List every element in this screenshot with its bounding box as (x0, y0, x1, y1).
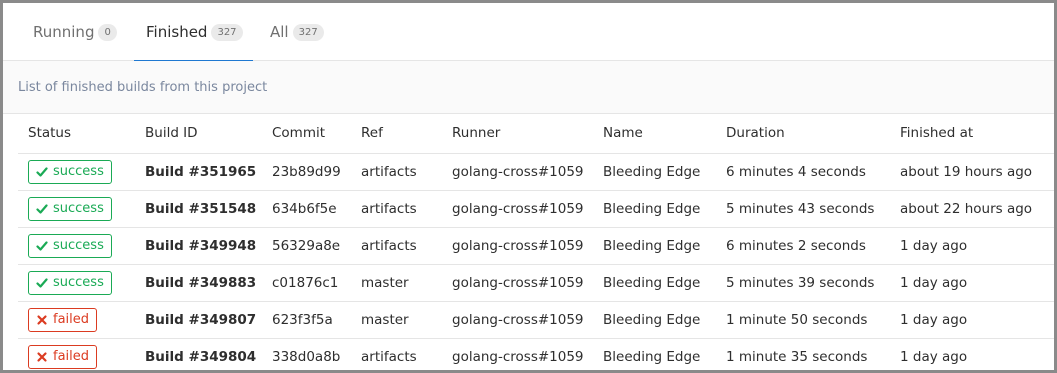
ref-link[interactable]: artifacts (351, 153, 442, 191)
finished-at: 1 day ago (890, 227, 1054, 265)
runner-link[interactable]: golang-cross#1059 (442, 227, 593, 265)
column-header-name: Name (593, 114, 716, 154)
commit-link[interactable]: 634b6f5e (262, 190, 351, 228)
build-scope-tabs: Running 0 Finished 327 All 327 (3, 3, 1054, 62)
status-label: success (53, 275, 104, 290)
finished-at: 1 day ago (890, 301, 1054, 339)
duration: 1 minute 50 seconds (716, 301, 890, 339)
tab-running[interactable]: Running 0 (33, 3, 117, 61)
column-header-finished-at: Finished at (890, 114, 1054, 154)
runner-link[interactable]: golang-cross#1059 (442, 301, 593, 339)
builds-panel: Running 0 Finished 327 All 327 List of f… (0, 0, 1057, 373)
build-id-link[interactable]: Build #351965 (135, 153, 262, 191)
build-id-link[interactable]: Build #349948 (135, 227, 262, 265)
runner-link[interactable]: golang-cross#1059 (442, 190, 593, 228)
status-badge[interactable]: failed (28, 307, 98, 332)
duration: 5 minutes 43 seconds (716, 190, 890, 228)
tab-finished-label: Finished (146, 23, 208, 41)
tab-all[interactable]: All 327 (270, 3, 324, 61)
build-id-link[interactable]: Build #349807 (135, 301, 262, 339)
status-label: success (53, 201, 104, 216)
x-icon (37, 314, 47, 325)
table-row: failed Build #349807 623f3f5a master gol… (18, 301, 1054, 339)
column-header-ref: Ref (351, 114, 442, 154)
commit-link[interactable]: 338d0a8b (262, 338, 351, 370)
commit-link[interactable]: 623f3f5a (262, 301, 351, 339)
ref-link[interactable]: artifacts (351, 338, 442, 370)
check-icon (36, 240, 48, 251)
tab-running-label: Running (33, 23, 95, 41)
duration: 6 minutes 4 seconds (716, 153, 890, 191)
runner-link[interactable]: golang-cross#1059 (442, 338, 593, 370)
builds-table: Status Build ID Commit Ref Runner Name D… (18, 114, 1054, 370)
table-row: success Build #349948 56329a8e artifacts… (18, 227, 1054, 265)
tab-all-count-badge: 327 (292, 23, 324, 41)
build-name: Bleeding Edge (593, 190, 716, 228)
ref-link[interactable]: master (351, 264, 442, 302)
runner-link[interactable]: golang-cross#1059 (442, 264, 593, 302)
table-header-row: Status Build ID Commit Ref Runner Name D… (18, 114, 1054, 154)
build-name: Bleeding Edge (593, 301, 716, 339)
finished-at: about 22 hours ago (890, 190, 1054, 228)
status-label: failed (53, 312, 90, 327)
build-name: Bleeding Edge (593, 338, 716, 370)
commit-link[interactable]: 23b89d99 (262, 153, 351, 191)
duration: 1 minute 35 seconds (716, 338, 890, 370)
table-row: failed Build #349804 338d0a8b artifacts … (18, 338, 1054, 370)
commit-link[interactable]: 56329a8e (262, 227, 351, 265)
table-row: success Build #351965 23b89d99 artifacts… (18, 153, 1054, 191)
check-icon (36, 277, 48, 288)
build-name: Bleeding Edge (593, 227, 716, 265)
column-header-runner: Runner (442, 114, 593, 154)
column-header-commit: Commit (262, 114, 351, 154)
finished-at: about 19 hours ago (890, 153, 1054, 191)
build-id-link[interactable]: Build #349883 (135, 264, 262, 302)
column-header-duration: Duration (716, 114, 890, 154)
table-row: success Build #349883 c01876c1 master go… (18, 264, 1054, 302)
status-label: success (53, 164, 104, 179)
build-id-link[interactable]: Build #349804 (135, 338, 262, 370)
commit-link[interactable]: c01876c1 (262, 264, 351, 302)
column-header-status: Status (18, 114, 135, 154)
tab-all-label: All (270, 23, 289, 41)
ref-link[interactable]: artifacts (351, 190, 442, 228)
tab-finished[interactable]: Finished 327 (134, 3, 253, 62)
status-label: success (53, 238, 104, 253)
build-name: Bleeding Edge (593, 153, 716, 191)
build-id-link[interactable]: Build #351548 (135, 190, 262, 228)
check-icon (36, 203, 48, 214)
builds-info-bar: List of finished builds from this projec… (3, 61, 1054, 114)
builds-info-text: List of finished builds from this projec… (18, 79, 268, 95)
tab-running-count-badge: 0 (98, 23, 117, 41)
finished-at: 1 day ago (890, 264, 1054, 302)
status-badge[interactable]: success (28, 233, 112, 258)
ref-link[interactable]: artifacts (351, 227, 442, 265)
status-badge[interactable]: success (28, 196, 112, 221)
status-badge[interactable]: success (28, 159, 112, 184)
ref-link[interactable]: master (351, 301, 442, 339)
tab-finished-count-badge: 327 (211, 23, 243, 41)
x-icon (37, 351, 47, 362)
status-badge[interactable]: failed (28, 344, 98, 369)
duration: 5 minutes 39 seconds (716, 264, 890, 302)
status-badge[interactable]: success (28, 270, 112, 295)
build-name: Bleeding Edge (593, 264, 716, 302)
status-label: failed (53, 349, 90, 364)
builds-table-container: Status Build ID Commit Ref Runner Name D… (18, 114, 1054, 370)
finished-at: 1 day ago (890, 338, 1054, 370)
column-header-build-id: Build ID (135, 114, 262, 154)
duration: 6 minutes 2 seconds (716, 227, 890, 265)
table-row: success Build #351548 634b6f5e artifacts… (18, 190, 1054, 228)
runner-link[interactable]: golang-cross#1059 (442, 153, 593, 191)
check-icon (36, 166, 48, 177)
